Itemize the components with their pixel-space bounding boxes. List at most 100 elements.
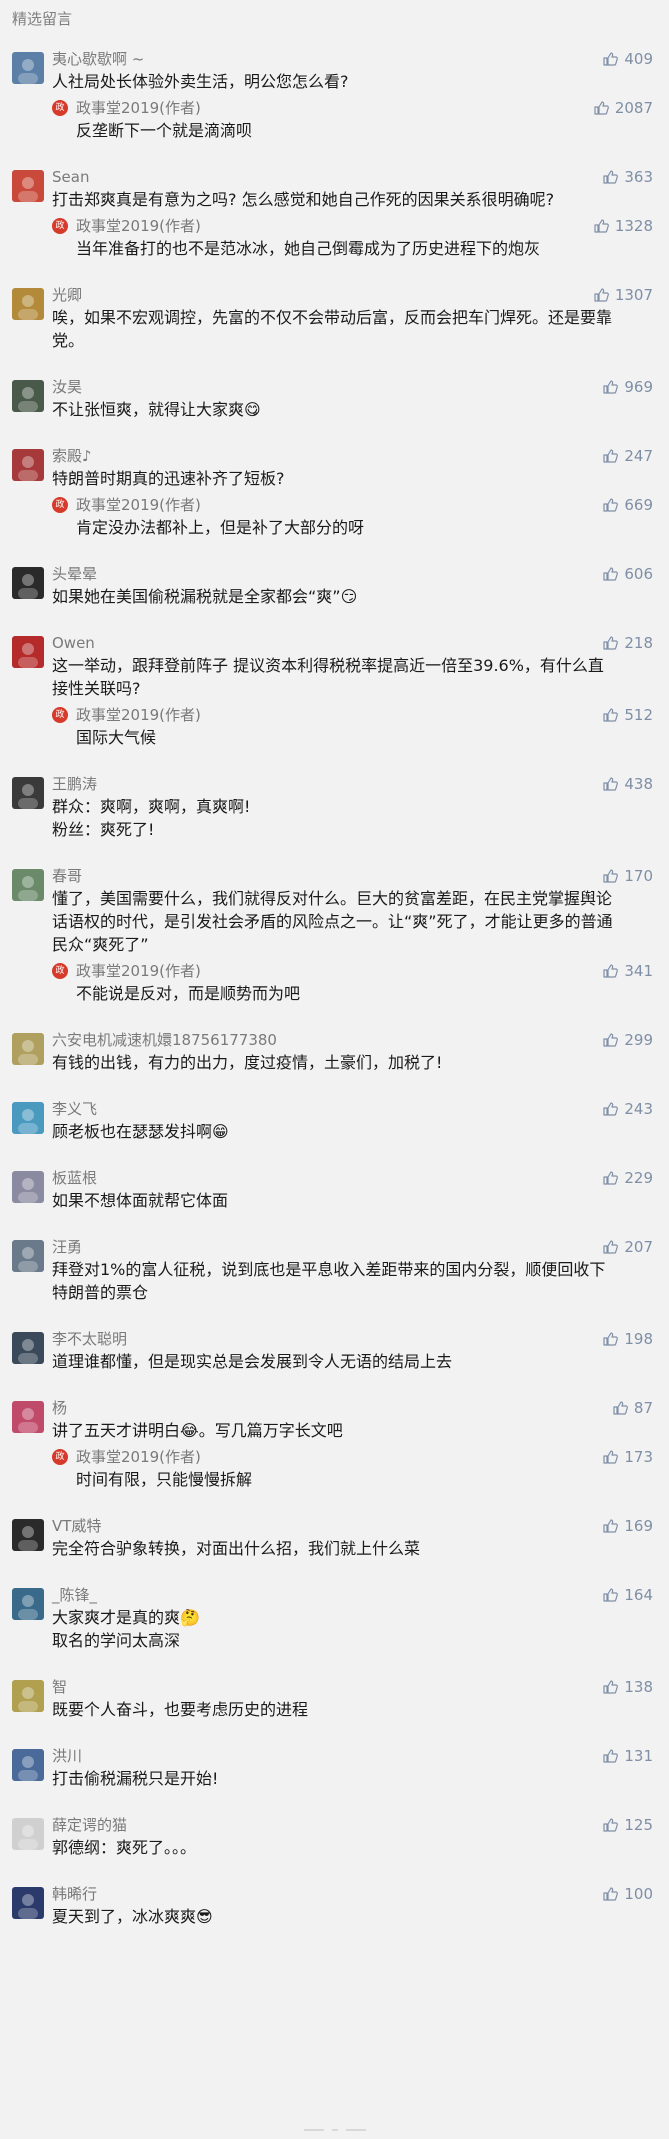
reply-like-button[interactable]: 512 — [602, 704, 653, 726]
thumbs-up-icon[interactable] — [612, 1400, 634, 1416]
like-button[interactable]: 125 — [602, 1814, 653, 1836]
commenter-name[interactable]: 智 — [52, 1678, 67, 1696]
commenter-name[interactable]: 索殿♪ — [52, 447, 92, 465]
commenter-name[interactable]: 六安电机减速机嬛18756177380 — [52, 1031, 277, 1049]
commenter-name[interactable]: 王鹏涛 — [52, 775, 97, 793]
commenter-name[interactable]: Sean — [52, 168, 89, 186]
reply-author-name[interactable]: 政事堂2019(作者) — [76, 704, 201, 726]
thumbs-up-icon[interactable] — [602, 1331, 624, 1347]
like-button[interactable]: 299 — [602, 1029, 653, 1051]
commenter-name[interactable]: Owen — [52, 634, 95, 652]
avatar[interactable] — [12, 869, 44, 901]
thumbs-up-icon[interactable] — [602, 1817, 624, 1833]
thumbs-up-icon[interactable] — [602, 1518, 624, 1534]
avatar[interactable] — [12, 636, 44, 668]
commenter-name[interactable]: 洪川 — [52, 1747, 82, 1765]
commenter-name[interactable]: 春哥 — [52, 867, 82, 885]
commenter-name[interactable]: _陈锋_ — [52, 1586, 97, 1604]
like-button[interactable]: 1307 — [593, 284, 653, 306]
like-button[interactable]: 169 — [602, 1515, 653, 1537]
like-button[interactable]: 247 — [602, 445, 653, 467]
thumbs-up-icon[interactable] — [602, 963, 624, 979]
thumbs-up-icon[interactable] — [602, 497, 624, 513]
avatar[interactable] — [12, 1818, 44, 1850]
thumbs-up-icon[interactable] — [602, 169, 624, 185]
thumbs-up-icon[interactable] — [602, 707, 624, 723]
thumbs-up-icon[interactable] — [602, 1170, 624, 1186]
reply-author-name[interactable]: 政事堂2019(作者) — [76, 960, 201, 982]
like-button[interactable]: 243 — [602, 1098, 653, 1120]
thumbs-up-icon[interactable] — [602, 868, 624, 884]
like-button[interactable]: 100 — [602, 1883, 653, 1905]
commenter-name[interactable]: VT威特 — [52, 1517, 101, 1535]
thumbs-up-icon[interactable] — [602, 379, 624, 395]
thumbs-up-icon[interactable] — [602, 776, 624, 792]
commenter-name[interactable]: 头晕晕 — [52, 565, 97, 583]
avatar[interactable] — [12, 1033, 44, 1065]
like-button[interactable]: 363 — [602, 166, 653, 188]
thumbs-up-icon[interactable] — [602, 1886, 624, 1902]
avatar[interactable] — [12, 1240, 44, 1272]
like-button[interactable]: 198 — [602, 1328, 653, 1350]
avatar[interactable] — [12, 777, 44, 809]
like-button[interactable]: 969 — [602, 376, 653, 398]
like-button[interactable]: 229 — [602, 1167, 653, 1189]
like-button[interactable]: 131 — [602, 1745, 653, 1767]
commenter-name[interactable]: 夷心歇歇啊 ~ — [52, 50, 144, 68]
like-button[interactable]: 87 — [612, 1397, 653, 1419]
thumbs-up-icon[interactable] — [602, 566, 624, 582]
like-button[interactable]: 606 — [602, 563, 653, 585]
commenter-name[interactable]: 光卿 — [52, 286, 82, 304]
reply-like-button[interactable]: 669 — [602, 494, 653, 516]
commenter-name[interactable]: 薛定谔的猫 — [52, 1816, 127, 1834]
thumbs-up-icon[interactable] — [602, 1032, 624, 1048]
avatar[interactable] — [12, 1887, 44, 1919]
avatar[interactable] — [12, 1401, 44, 1433]
thumbs-up-icon[interactable] — [602, 1239, 624, 1255]
thumbs-up-icon[interactable] — [593, 287, 615, 303]
avatar[interactable] — [12, 288, 44, 320]
like-button[interactable]: 164 — [602, 1584, 653, 1606]
commenter-name[interactable]: 汪勇 — [52, 1238, 82, 1256]
thumbs-up-icon[interactable] — [602, 1449, 624, 1465]
thumbs-up-icon[interactable] — [602, 1101, 624, 1117]
reply-like-button[interactable]: 341 — [602, 960, 653, 982]
thumbs-up-icon[interactable] — [602, 51, 624, 67]
avatar[interactable] — [12, 449, 44, 481]
thumbs-up-icon[interactable] — [602, 1748, 624, 1764]
avatar[interactable] — [12, 380, 44, 412]
avatar[interactable] — [12, 567, 44, 599]
reply-like-button[interactable]: 1328 — [593, 215, 653, 237]
thumbs-up-icon[interactable] — [593, 218, 615, 234]
avatar[interactable] — [12, 170, 44, 202]
like-button[interactable]: 409 — [602, 48, 653, 70]
thumbs-up-icon[interactable] — [593, 100, 615, 116]
avatar[interactable] — [12, 1171, 44, 1203]
avatar[interactable] — [12, 1680, 44, 1712]
avatar[interactable] — [12, 52, 44, 84]
reply-like-button[interactable]: 2087 — [593, 97, 653, 119]
avatar[interactable] — [12, 1519, 44, 1551]
avatar[interactable] — [12, 1332, 44, 1364]
avatar[interactable] — [12, 1102, 44, 1134]
thumbs-up-icon[interactable] — [602, 1587, 624, 1603]
commenter-name[interactable]: 板蓝根 — [52, 1169, 97, 1187]
commenter-name[interactable]: 韩晞行 — [52, 1885, 97, 1903]
commenter-name[interactable]: 李义飞 — [52, 1100, 97, 1118]
reply-like-button[interactable]: 173 — [602, 1446, 653, 1468]
reply-author-name[interactable]: 政事堂2019(作者) — [76, 215, 201, 237]
reply-author-name[interactable]: 政事堂2019(作者) — [76, 494, 201, 516]
thumbs-up-icon[interactable] — [602, 448, 624, 464]
avatar[interactable] — [12, 1588, 44, 1620]
reply-author-name[interactable]: 政事堂2019(作者) — [76, 1446, 201, 1468]
like-button[interactable]: 170 — [602, 865, 653, 887]
like-button[interactable]: 218 — [602, 632, 653, 654]
like-button[interactable]: 207 — [602, 1236, 653, 1258]
avatar[interactable] — [12, 1749, 44, 1781]
like-button[interactable]: 438 — [602, 773, 653, 795]
thumbs-up-icon[interactable] — [602, 635, 624, 651]
reply-author-name[interactable]: 政事堂2019(作者) — [76, 97, 201, 119]
commenter-name[interactable]: 李不太聪明 — [52, 1330, 127, 1348]
commenter-name[interactable]: 汝昊 — [52, 378, 82, 396]
like-button[interactable]: 138 — [602, 1676, 653, 1698]
